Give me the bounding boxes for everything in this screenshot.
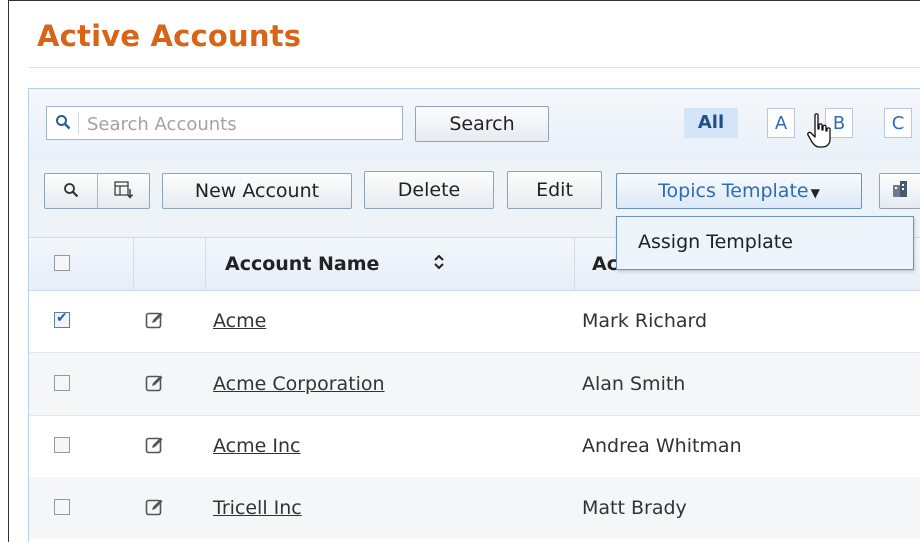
new-account-button[interactable]: New Account: [162, 173, 352, 209]
sort-icon[interactable]: [433, 254, 445, 273]
view-tools-group: [44, 173, 150, 209]
select-all-checkbox[interactable]: [54, 255, 70, 271]
edit-icon[interactable]: [145, 435, 165, 455]
row-checkbox[interactable]: [54, 375, 70, 391]
search-box: [46, 106, 403, 140]
account-name-link[interactable]: Acme Corporation: [213, 373, 385, 395]
accounts-panel: Search All A B C New Account Delete Edit…: [28, 88, 920, 542]
search-divider: [78, 112, 79, 134]
table-row[interactable]: Tricell Inc Matt Brady: [29, 477, 920, 539]
header-divider: [205, 238, 206, 290]
row-checkbox[interactable]: [54, 310, 70, 328]
row-checkbox[interactable]: [54, 499, 70, 515]
account-owner: Andrea Whitman: [582, 435, 742, 457]
topics-template-label: Topics Template: [658, 180, 809, 202]
title-divider: [29, 67, 920, 68]
header-divider: [133, 238, 134, 290]
search-input[interactable]: [85, 111, 389, 137]
table-row[interactable]: Acme Inc Andrea Whitman: [29, 415, 920, 477]
caret-down-icon: ▼: [810, 186, 820, 200]
row-checkbox[interactable]: [54, 437, 70, 453]
search-bar: Search All A B C: [29, 89, 920, 162]
account-name-link[interactable]: Acme Inc: [213, 435, 300, 457]
alpha-filter: All A B C: [684, 108, 920, 142]
account-name-link[interactable]: Tricell Inc: [213, 497, 302, 519]
filter-a[interactable]: A: [767, 108, 795, 138]
account-owner: Matt Brady: [582, 497, 687, 519]
building-button[interactable]: [879, 173, 920, 209]
column-chooser-icon[interactable]: [98, 174, 150, 208]
search-view-icon[interactable]: [45, 174, 97, 208]
search-button[interactable]: Search: [415, 106, 549, 142]
edit-button[interactable]: Edit: [507, 171, 602, 209]
account-owner: Alan Smith: [582, 373, 686, 395]
topics-template-menu: Assign Template: [616, 216, 914, 270]
table-row[interactable]: Acme Corporation Alan Smith: [29, 353, 920, 415]
delete-button[interactable]: Delete: [364, 171, 494, 209]
topics-template-button[interactable]: Topics Template ▼: [616, 173, 862, 209]
table-row[interactable]: Acme Mark Richard: [29, 290, 920, 352]
search-icon: [53, 114, 73, 132]
building-icon: [890, 180, 910, 201]
menu-item-assign-template[interactable]: Assign Template: [638, 231, 793, 253]
column-header-account-name[interactable]: Account Name: [225, 253, 379, 275]
column-header-account-owner[interactable]: Ac: [592, 253, 618, 275]
edit-icon[interactable]: [145, 310, 165, 330]
filter-b[interactable]: B: [825, 108, 853, 138]
account-name-link[interactable]: Acme: [213, 310, 266, 332]
filter-c[interactable]: C: [884, 108, 912, 138]
edit-icon[interactable]: [145, 497, 165, 517]
account-owner: Mark Richard: [582, 310, 708, 332]
page-title: Active Accounts: [37, 19, 302, 53]
header-divider: [574, 238, 575, 290]
filter-all[interactable]: All: [684, 108, 738, 138]
edit-icon[interactable]: [145, 373, 165, 393]
